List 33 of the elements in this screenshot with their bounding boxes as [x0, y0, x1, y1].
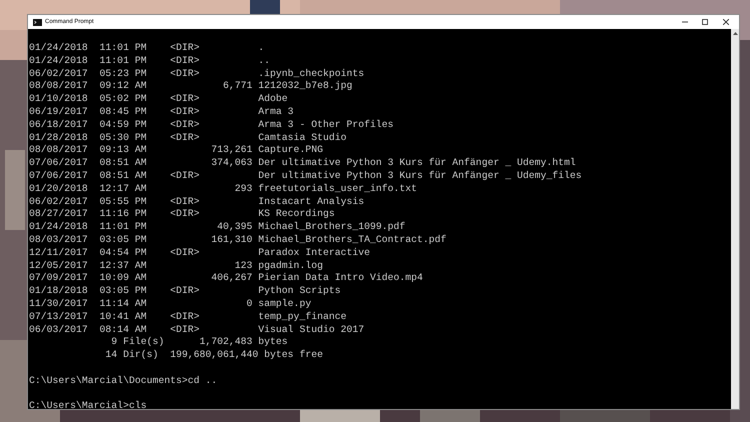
console-line: 12/11/2017 04:54 PM <DIR> Paradox Interactive: [29, 246, 370, 258]
terminal-icon: [33, 18, 42, 26]
console-line: 08/08/2017 09:13 AM 713,261 Capture.PNG: [29, 144, 323, 156]
console-line: 01/10/2018 05:02 PM <DIR> Adobe: [29, 93, 288, 104]
console-line: 06/02/2017 05:55 PM <DIR> Instacart Analysis: [29, 196, 364, 207]
console-line: 07/06/2017 08:51 AM 374,063 Der ultimative Python 3 Kurs für Anfänger _ Udemy.html: [29, 157, 576, 168]
console-line: 12/05/2017 12:37 AM 123 pgadmin.log: [29, 260, 323, 271]
console-line: 07/06/2017 08:51 AM <DIR> Der ultimative Python 3 Kurs für Anfänger _ Udemy_files: [29, 170, 582, 181]
console-line: 07/09/2017 10:09 AM 406,267 Pierian Data Intro Video.mp4: [29, 272, 423, 284]
close-icon[interactable]: [723, 19, 729, 25]
console-line: 9 File(s) 1,702,483 bytes: [110, 336, 288, 348]
console-line: 01/24/2018 11:01 PM <DIR> .: [29, 42, 264, 53]
scrollbar[interactable]: [731, 29, 739, 409]
console-line: 01/24/2018 11:01 PM 40,395 Michael_Brothers_1099.pdf: [29, 221, 406, 232]
console-line: 08/08/2017 09:12 AM 6,771 1212032_b7e8.jpg: [29, 80, 352, 92]
console-line: 06/03/2017 08:14 AM <DIR> Visual Studio 2017: [29, 324, 364, 335]
scroll-up-icon[interactable]: [732, 32, 738, 35]
console-line: 01/24/2018 11:01 PM <DIR> ..: [29, 54, 270, 66]
console-line: 01/28/2018 05:30 PM <DIR> Camtasia Studio: [29, 132, 346, 143]
minimize-icon[interactable]: [682, 19, 688, 25]
console-line: 08/27/2017 11:16 PM <DIR> KS Recordings: [29, 208, 335, 220]
console-line: 01/20/2018 12:17 AM 293 freetutorials_user_info.txt: [29, 182, 418, 194]
console-line: 01/18/2018 03:05 PM <DIR> Python Scripts: [29, 285, 341, 296]
console-line: C:\Users\Marcial>cls: [29, 400, 147, 409]
maximize-icon[interactable]: [702, 19, 708, 25]
console-line: 14 Dir(s) 199,680,061,440 bytes free: [104, 349, 323, 360]
console-line: 06/18/2017 04:59 PM <DIR> Arma 3 - Other Profiles: [29, 118, 394, 130]
console-line: 06/19/2017 08:45 PM <DIR> Arma 3: [29, 106, 294, 117]
console-line: 11/30/2017 11:14 AM 0 sample.py: [29, 298, 312, 309]
console-line: 07/13/2017 10:41 AM <DIR> temp_py_finance: [29, 310, 346, 322]
console-line: C:\Users\Marcial\Documents>cd ..: [29, 374, 218, 386]
console-line: 08/03/2017 03:05 PM 161,310 Michael_Brothers_TA_Contract.pdf: [29, 234, 446, 245]
console-line: 06/02/2017 05:23 PM <DIR> .ipynb_checkpoints: [29, 68, 364, 79]
